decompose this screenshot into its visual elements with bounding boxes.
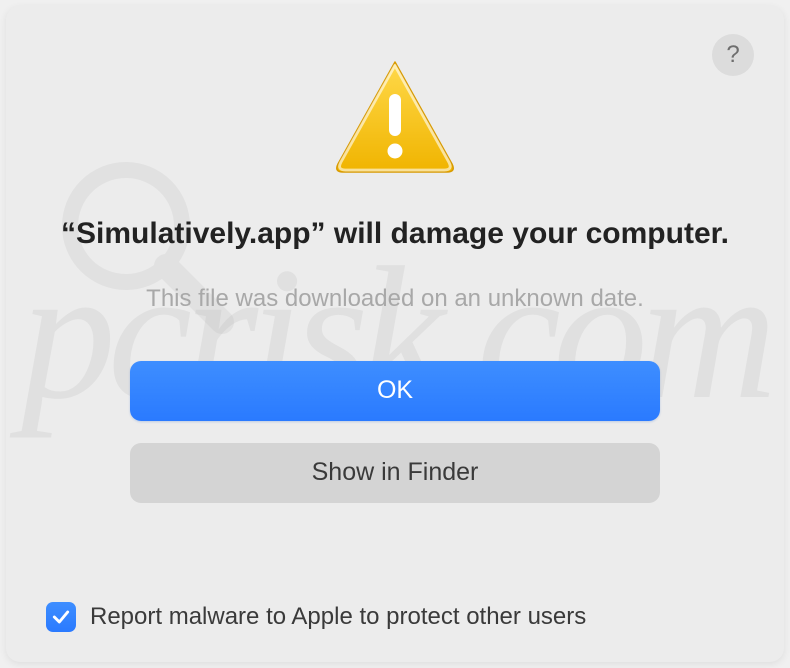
title-rest: ” will damage your computer. <box>311 217 729 250</box>
help-icon: ? <box>726 41 739 69</box>
dialog-title: “Simulatively.app” will damage your comp… <box>26 214 764 255</box>
dialog-buttons: OK Show in Finder <box>26 361 764 503</box>
report-malware-row: Report malware to Apple to protect other… <box>46 602 744 632</box>
report-malware-checkbox[interactable] <box>46 602 76 632</box>
gatekeeper-dialog: pcrisk.com ? “Simulatively.app” will dam… <box>6 6 784 662</box>
ok-button[interactable]: OK <box>130 361 660 421</box>
checkmark-icon <box>51 607 71 627</box>
title-quote-open: “ <box>61 217 76 250</box>
warning-icon-wrap <box>26 56 764 176</box>
title-appname: Simulatively.app <box>76 217 311 250</box>
help-button[interactable]: ? <box>712 34 754 76</box>
warning-triangle-icon <box>330 56 460 176</box>
show-in-finder-button[interactable]: Show in Finder <box>130 443 660 503</box>
report-malware-label: Report malware to Apple to protect other… <box>90 603 586 631</box>
dialog-subtitle: This file was downloaded on an unknown d… <box>26 285 764 313</box>
